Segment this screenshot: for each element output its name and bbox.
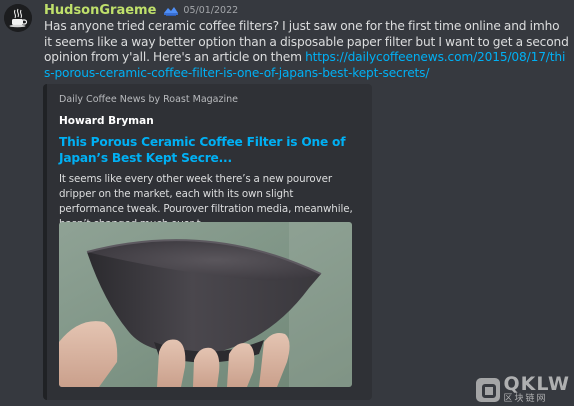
message-content: Has anyone tried ceramic coffee filters?…: [44, 19, 569, 81]
qklw-logo-icon: [475, 377, 500, 402]
ceramic-filter-photo: [59, 222, 352, 387]
embed-image[interactable]: [59, 222, 352, 387]
embed-author[interactable]: Howard Bryman: [59, 114, 154, 128]
link-embed: Daily Coffee News by Roast Magazine Howa…: [43, 84, 372, 400]
coffee-cup-icon: [4, 4, 32, 32]
username[interactable]: HudsonGraeme: [44, 1, 156, 20]
embed-provider[interactable]: Daily Coffee News by Roast Magazine: [59, 94, 238, 106]
watermark-sub: 区块链网: [503, 394, 548, 404]
chat-message: HudsonGraeme 05/01/2022 Has anyone tried…: [0, 0, 574, 406]
user-avatar[interactable]: [4, 4, 32, 32]
message-timestamp: 05/01/2022: [183, 5, 239, 16]
message-header: HudsonGraeme 05/01/2022: [44, 1, 238, 20]
hypesquad-badge-icon[interactable]: [162, 5, 180, 17]
site-watermark: QKLW 区块链网: [475, 373, 570, 404]
embed-title[interactable]: This Porous Ceramic Coffee Filter is One…: [59, 134, 349, 166]
watermark-brand: QKLW: [503, 373, 570, 395]
